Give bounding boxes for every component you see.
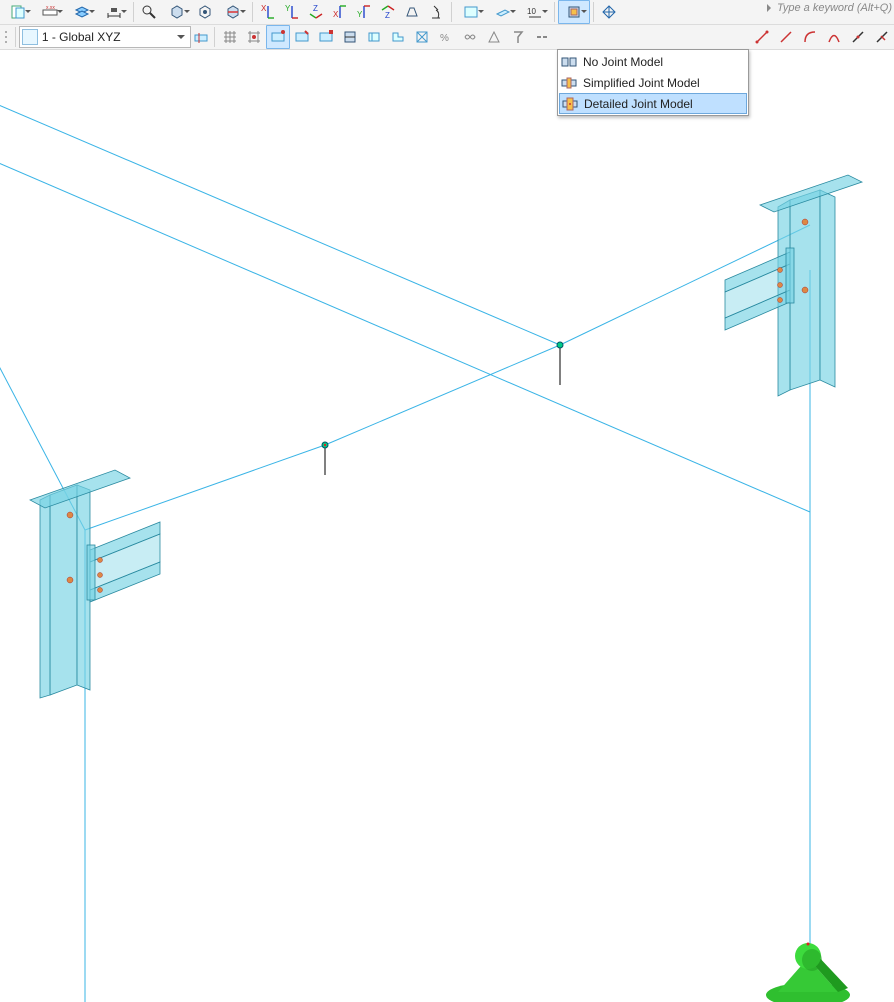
view-y-button[interactable]: Y	[280, 0, 304, 24]
link2-button[interactable]	[774, 25, 798, 49]
view-neg-y-button[interactable]: Y	[352, 0, 376, 24]
svg-text:Y: Y	[285, 4, 291, 13]
svg-text:x.xx: x.xx	[46, 5, 55, 11]
shape6-button[interactable]	[386, 25, 410, 49]
panel-button[interactable]	[455, 0, 487, 24]
view-neg-z-button[interactable]: Z	[376, 0, 400, 24]
keyword-search[interactable]: Type a keyword (Alt+Q)	[767, 2, 892, 14]
coord-system-label: 1 - Global XYZ	[42, 30, 170, 44]
grid-snap-button[interactable]	[242, 25, 266, 49]
svg-text:Z: Z	[313, 4, 318, 13]
menu-item-no-joint[interactable]: No Joint Model	[559, 51, 747, 72]
perspective-button[interactable]	[400, 0, 424, 24]
microscope-button[interactable]	[424, 0, 448, 24]
zoom-button[interactable]	[137, 0, 161, 24]
slash1-button[interactable]	[846, 25, 870, 49]
mesh-button[interactable]	[597, 0, 621, 24]
joint-model-button[interactable]	[558, 0, 590, 24]
isometric-button[interactable]	[161, 0, 193, 24]
length-button[interactable]: 10	[519, 0, 551, 24]
svg-text:X: X	[333, 10, 339, 19]
script-button[interactable]	[2, 0, 34, 24]
svg-text:Z: Z	[385, 11, 390, 20]
link1-button[interactable]	[750, 25, 774, 49]
joint-none-icon	[561, 54, 577, 70]
menu-item-simplified-joint[interactable]: Simplified Joint Model	[559, 72, 747, 93]
model-viewport[interactable]	[0, 50, 894, 1002]
shape4-button[interactable]	[338, 25, 362, 49]
snap-button[interactable]	[191, 25, 211, 49]
coord-system-select[interactable]: 1 - Global XYZ	[19, 26, 191, 48]
arc1-button[interactable]	[798, 25, 822, 49]
view-z-button[interactable]: Z	[304, 0, 328, 24]
arc2-button[interactable]	[822, 25, 846, 49]
menu-label: No Joint Model	[583, 55, 663, 69]
toolbar-primary: x.xx X Y Z X Y Z 1	[0, 0, 894, 25]
toolbar-secondary: 1 - Global XYZ %	[0, 25, 894, 50]
shape1-button[interactable]	[266, 25, 290, 49]
dimension-button[interactable]	[98, 0, 130, 24]
chevron-down-icon	[174, 30, 188, 44]
shape7-button[interactable]	[410, 25, 434, 49]
coord-swatch-icon	[22, 29, 38, 45]
layer-button[interactable]	[66, 0, 98, 24]
menu-item-detailed-joint[interactable]: Detailed Joint Model	[559, 93, 747, 114]
percent-button[interactable]: %	[434, 25, 458, 49]
svg-text:%: %	[440, 33, 449, 44]
menu-label: Simplified Joint Model	[583, 76, 700, 90]
triangle-button[interactable]	[482, 25, 506, 49]
joint-simple-icon	[561, 75, 577, 91]
steel-joint-left	[30, 470, 160, 698]
view-x-button[interactable]: X	[256, 0, 280, 24]
ruler-button[interactable]: x.xx	[34, 0, 66, 24]
gamma-button[interactable]	[506, 25, 530, 49]
svg-text:X: X	[261, 4, 267, 13]
section-button[interactable]	[217, 0, 249, 24]
joint-model-menu: No Joint Model Simplified Joint Model De…	[557, 49, 749, 116]
joint-detailed-icon	[562, 96, 578, 112]
dash-button[interactable]	[530, 25, 554, 49]
svg-text:10: 10	[527, 7, 536, 16]
triangle-right-icon	[767, 4, 775, 12]
grid-dense-button[interactable]	[218, 25, 242, 49]
grip-icon[interactable]	[2, 25, 12, 49]
view-neg-x-button[interactable]: X	[328, 0, 352, 24]
shape3-button[interactable]	[314, 25, 338, 49]
shape2-button[interactable]	[290, 25, 314, 49]
fit-button[interactable]	[193, 0, 217, 24]
slash2-button[interactable]	[870, 25, 894, 49]
plane-button[interactable]	[487, 0, 519, 24]
shape5-button[interactable]	[362, 25, 386, 49]
svg-text:Y: Y	[357, 10, 363, 19]
support-symbol	[766, 943, 850, 1002]
menu-label: Detailed Joint Model	[584, 97, 693, 111]
steel-joint-right	[725, 175, 862, 396]
search-placeholder: Type a keyword (Alt+Q)	[777, 2, 892, 14]
infinity-button[interactable]	[458, 25, 482, 49]
